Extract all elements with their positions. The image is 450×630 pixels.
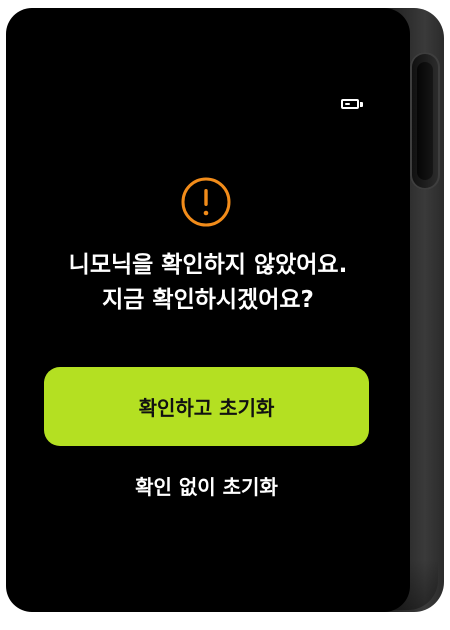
reset-without-confirm-button[interactable]: 확인 없이 초기화 [44, 465, 369, 505]
exclamation-circle-icon [181, 177, 231, 227]
confirm-and-reset-button[interactable]: 확인하고 초기화 [44, 367, 369, 446]
battery-tip [360, 102, 363, 107]
battery-icon [341, 99, 359, 109]
alert-icon-bar [204, 189, 208, 206]
message-line-2: 지금 확인하시겠어요? [102, 287, 314, 313]
battery-level-fill [345, 103, 350, 105]
device-screen: 니모닉을 확인하지 않았어요. 지금 확인하시겠어요? 확인하고 초기화 확인 … [6, 8, 410, 612]
confirmation-message: 니모닉을 확인하지 않았어요. 지금 확인하시겠어요? [6, 248, 410, 318]
alert-icon-dot [203, 210, 209, 216]
message-line-1: 니모닉을 확인하지 않았어요. [68, 252, 348, 278]
device-side-button[interactable] [410, 52, 440, 190]
